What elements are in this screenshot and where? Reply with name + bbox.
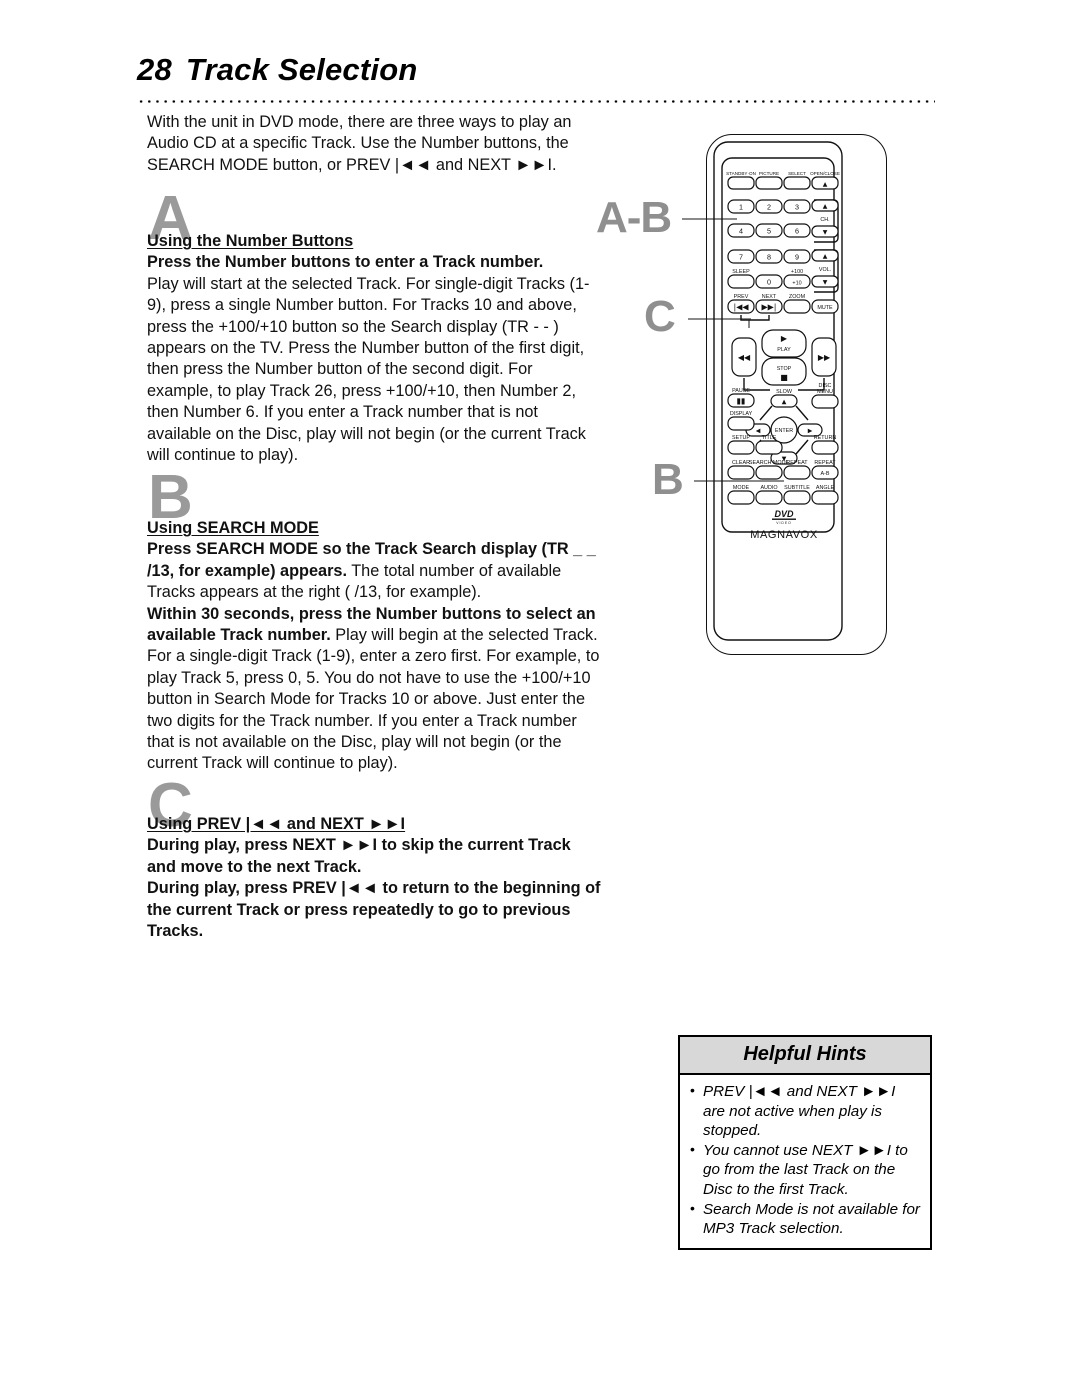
remote-label-subtitle: SUBTITLE (784, 485, 810, 491)
svg-text:▶▶: ▶▶ (818, 353, 831, 362)
remote-label-sleep: SLEEP (732, 269, 750, 275)
remote-label-next: NEXT (762, 294, 777, 300)
helpful-hints-title: Helpful Hints (680, 1037, 930, 1075)
svg-text:▮▮: ▮▮ (737, 397, 746, 406)
list-item: You cannot use NEXT ►►I to go from the l… (689, 1140, 921, 1200)
remote-label-repeat-ab-top: REPEAT (814, 460, 836, 466)
page-title: 28 Track Selection (137, 52, 418, 88)
svg-text:2: 2 (767, 203, 771, 212)
callout-label-c: C (644, 292, 676, 341)
svg-text:▶▶|: ▶▶| (762, 303, 777, 312)
page-number: 28 (137, 52, 172, 87)
svg-text:8: 8 (767, 253, 771, 262)
remote-label-ch: CH. (820, 217, 829, 223)
section-b-lead-2: Within 30 seconds, press the Number butt… (147, 604, 600, 773)
section-c-lead-1: During play, press NEXT ►►I to skip the … (147, 836, 571, 876)
list-item: PREV |◄◄ and NEXT ►►I are not active whe… (689, 1081, 921, 1141)
remote-label-clear: CLEAR (732, 460, 750, 466)
remote-label-audio: AUDIO (760, 485, 777, 491)
svg-text:5: 5 (767, 227, 771, 236)
svg-text:▲: ▲ (782, 399, 787, 406)
remote-label-select: SELECT (788, 171, 806, 176)
remote-label-pause: PAUSE (732, 388, 750, 394)
callout-label-ab: A-B (596, 193, 672, 242)
remote-label-plus10: +10 (792, 281, 801, 287)
remote-label-repeat: REPEAT (786, 460, 808, 466)
remote-dvd-logo: DVD (774, 509, 794, 519)
svg-text:▶: ▶ (808, 428, 813, 435)
section-a-body: Using the Number Buttons Press the Numbe… (147, 231, 602, 466)
svg-text:9: 9 (795, 253, 799, 262)
remote-label-zoom: ZOOM (789, 294, 806, 300)
intro-paragraph: With the unit in DVD mode, there are thr… (147, 112, 602, 176)
section-c-lead-2: During play, press PREV |◄◄ to return to… (147, 879, 601, 941)
svg-text:1: 1 (739, 203, 743, 212)
svg-text:▲: ▲ (823, 203, 828, 210)
svg-text:▲: ▲ (823, 253, 828, 260)
remote-label-prev: PREV (734, 294, 749, 300)
remote-dvd-video-sub: VIDEO (776, 521, 792, 525)
svg-text:■: ■ (780, 373, 788, 382)
remote-label-mute: MUTE (817, 305, 833, 311)
title-dotted-rule (137, 99, 935, 104)
svg-text:6: 6 (795, 227, 799, 236)
svg-text:|◀◀: |◀◀ (734, 303, 750, 312)
section-a-text: Play will start at the selected Track. F… (147, 274, 590, 465)
remote-brand: MAGNAVOX (750, 529, 818, 541)
remote-label-enter: ENTER (775, 428, 793, 434)
section-a-lead: Press the Number buttons to enter a Trac… (147, 253, 544, 272)
section-a-heading: Using the Number Buttons (147, 232, 354, 250)
remote-label-play: PLAY (777, 347, 791, 353)
svg-text:0: 0 (767, 278, 771, 287)
helpful-hints-list: PREV |◄◄ and NEXT ►►I are not active whe… (680, 1075, 930, 1248)
callout-label-b: B (652, 455, 684, 504)
svg-text:▼: ▼ (823, 279, 828, 286)
svg-text:7: 7 (739, 253, 743, 262)
remote-label-picture: PICTURE (759, 171, 779, 176)
svg-text:◀◀: ◀◀ (738, 353, 751, 362)
remote-label-mode: MODE (733, 485, 750, 491)
svg-text:▶: ▶ (781, 334, 788, 343)
remote-label-stop: STOP (777, 366, 792, 372)
svg-text:3: 3 (795, 203, 799, 212)
svg-text:◀: ◀ (756, 428, 761, 435)
svg-text:▼: ▼ (823, 229, 828, 236)
section-b-body: Using SEARCH MODE Press SEARCH MODE so t… (147, 518, 602, 775)
helpful-hints-box: Helpful Hints PREV |◄◄ and NEXT ►►I are … (678, 1035, 932, 1250)
remote-label-angle: ANGLE (816, 485, 835, 491)
remote-label-return: RETURN (814, 435, 837, 441)
section-b-heading: Using SEARCH MODE (147, 519, 319, 537)
remote-label-display: DISPLAY (730, 411, 753, 417)
page-title-text: Track Selection (185, 52, 418, 87)
remote-label-standby-on: STANDBY·ON (726, 171, 756, 176)
svg-text:4: 4 (739, 227, 743, 236)
intro-text: With the unit in DVD mode, there are thr… (147, 113, 572, 174)
remote-label-setup: SETUP (732, 435, 750, 441)
remote-label-title: TITLE (762, 435, 777, 441)
remote-label-repeat-ab: A-B (821, 471, 830, 477)
remote-control-figure: .bd { fill:none; stroke:#111; stroke-wid… (706, 134, 886, 655)
list-item: Search Mode is not available for MP3 Tra… (689, 1199, 921, 1239)
remote-label-open-close: OPEN/CLOSE (810, 171, 840, 176)
section-b-lead-1: Press SEARCH MODE so the Track Search di… (147, 540, 596, 602)
remote-label-vol: VOL. (819, 267, 831, 273)
svg-text:▲: ▲ (823, 181, 828, 188)
section-c-heading: Using PREV |◄◄ and NEXT ►►I (147, 815, 406, 833)
remote-label-slow: SLOW (776, 389, 793, 395)
remote-label-search-mode: SEARCH MODE (749, 460, 790, 466)
remote-label-menu: MENU (817, 389, 833, 395)
section-c-body: Using PREV |◄◄ and NEXT ►►I During play,… (147, 814, 602, 942)
remote-label-plus100: +100 (791, 269, 803, 275)
